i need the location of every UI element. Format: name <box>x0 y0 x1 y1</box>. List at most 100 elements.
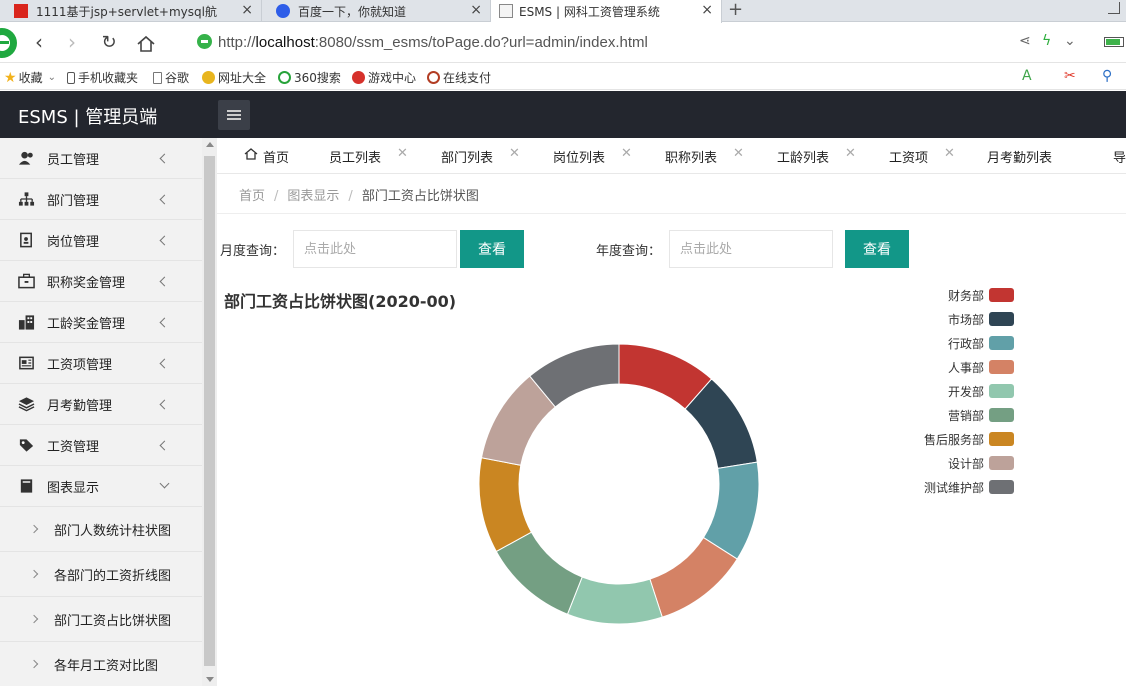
sidebar-item-label: 月考勤管理 <box>47 398 113 414</box>
tab-title-list[interactable]: 职称列表 <box>665 147 717 166</box>
translate-icon[interactable]: A <box>1022 68 1032 84</box>
sidebar-item-label: 岗位管理 <box>47 234 100 250</box>
game-icon <box>352 71 365 84</box>
chevron-down-icon[interactable]: ⌄ <box>1064 33 1076 49</box>
bookmark-site-nav[interactable]: 网址大全 <box>202 69 266 86</box>
sidebar-item-positions[interactable]: 岗位管理 <box>0 220 202 261</box>
legend-item[interactable]: 测试维护部 <box>924 479 1014 495</box>
share-icon[interactable]: ⋖ <box>1019 33 1031 49</box>
browser-tab-2[interactable]: 百度一下，你就知道 × <box>262 0 491 22</box>
back-icon[interactable]: ‹ <box>27 30 51 54</box>
url-field[interactable]: http://localhost:8080/ssm_esms/toPage.do… <box>218 34 648 51</box>
bookmark-games[interactable]: 游戏中心 <box>352 69 416 86</box>
legend-swatch <box>989 360 1014 374</box>
pie-slice-5[interactable] <box>566 576 663 625</box>
sidebar-item-seniority-bonus[interactable]: 工龄奖金管理 <box>0 302 202 343</box>
lightning-icon[interactable]: ϟ <box>1042 33 1051 49</box>
tab-close-icon[interactable]: × <box>701 2 713 18</box>
browser-tab-3[interactable]: ESMS | 网科工资管理系统 × <box>491 0 722 23</box>
id-card-icon <box>20 232 32 248</box>
close-icon[interactable]: ✕ <box>397 146 408 161</box>
legend-item[interactable]: 人事部 <box>948 359 1014 375</box>
sidebar-item-label: 部门管理 <box>47 193 100 209</box>
legend-label: 测试维护部 <box>923 480 984 495</box>
close-icon[interactable]: ✕ <box>509 146 520 161</box>
browser-tab-strip: 1111基于jsp+servlet+mysql航 × 百度一下，你就知道 × E… <box>0 0 1126 23</box>
sidebar-item-departments[interactable]: 部门管理 <box>0 179 202 220</box>
legend-swatch <box>989 288 1014 302</box>
url-prefix: http:// <box>218 34 256 51</box>
close-icon[interactable]: ✕ <box>944 146 955 161</box>
tab-salary-items[interactable]: 工资项 <box>889 147 928 166</box>
close-icon[interactable]: ✕ <box>845 146 856 161</box>
sidebar-item-title-bonus[interactable]: 职称奖金管理 <box>0 261 202 302</box>
home-icon[interactable] <box>136 35 156 53</box>
legend-item[interactable]: 市场部 <box>948 311 1014 327</box>
chevron-right-icon <box>29 614 39 624</box>
favicon-icon <box>499 4 513 18</box>
sidebar-item-label: 工资管理 <box>47 439 100 455</box>
chevron-right-icon <box>29 569 39 579</box>
year-view-button[interactable]: 查看 <box>845 230 909 268</box>
sidebar-subitem-monthly-compare[interactable]: 各年月工资对比图 <box>0 642 202 686</box>
legend-item[interactable]: 售后服务部 <box>924 431 1014 447</box>
new-tab-plus-icon[interactable]: + <box>728 0 743 20</box>
bookmark-pay[interactable]: 在线支付 <box>427 69 491 86</box>
chevron-right-icon <box>29 524 39 534</box>
month-view-button[interactable]: 查看 <box>460 230 524 268</box>
scroll-down-icon[interactable] <box>206 677 214 682</box>
scissors-icon[interactable]: ✂ <box>1064 68 1076 84</box>
legend-item[interactable]: 设计部 <box>948 455 1014 471</box>
tab-department-list[interactable]: 部门列表 <box>441 147 493 166</box>
scroll-up-icon[interactable] <box>206 142 214 147</box>
tag-icon <box>19 439 34 452</box>
url-rest: :8080/ssm_esms/toPage.do?url=admin/index… <box>314 34 648 51</box>
tab-overflow[interactable]: 导 <box>1113 147 1126 166</box>
tab-close-icon[interactable]: × <box>470 2 482 18</box>
sidebar-subitem-salary-line[interactable]: 各部门的工资折线图 <box>0 552 202 597</box>
bookmark-mobile[interactable]: 手机收藏夹 <box>67 69 138 86</box>
legend-label: 设计部 <box>947 456 984 471</box>
tab-employee-list[interactable]: 员工列表 <box>329 147 381 166</box>
sidebar-item-salary[interactable]: 工资管理 <box>0 425 202 466</box>
close-icon[interactable]: ✕ <box>733 146 744 161</box>
breadcrumb-charts[interactable]: 图表显示 <box>287 189 339 204</box>
month-query-input[interactable] <box>293 230 457 268</box>
legend-item[interactable]: 财务部 <box>948 287 1014 303</box>
star-icon: ★ <box>4 69 17 86</box>
sidebar-item-salary-items[interactable]: 工资项管理 <box>0 343 202 384</box>
forward-icon[interactable]: › <box>60 30 84 54</box>
search-icon[interactable]: ⚲ <box>1102 68 1112 84</box>
tab-attendance-list[interactable]: 月考勤列表 <box>987 147 1052 166</box>
sidebar-item-attendance[interactable]: 月考勤管理 <box>0 384 202 425</box>
close-icon[interactable]: ✕ <box>621 146 632 161</box>
breadcrumb-home[interactable]: 首页 <box>239 189 265 204</box>
year-query-input[interactable] <box>669 230 833 268</box>
newspaper-icon <box>19 356 34 370</box>
sidebar-subitem-headcount-bar[interactable]: 部门人数统计柱状图 <box>0 507 202 552</box>
sidebar-scrollbar[interactable] <box>202 138 217 686</box>
legend-item[interactable]: 营销部 <box>948 407 1014 423</box>
home-icon <box>244 148 258 160</box>
reload-icon[interactable]: ↻ <box>97 30 121 54</box>
browser-tab-1[interactable]: 1111基于jsp+servlet+mysql航 × <box>0 0 262 22</box>
legend-item[interactable]: 开发部 <box>948 383 1014 399</box>
book-icon <box>20 479 33 493</box>
tab-position-list[interactable]: 岗位列表 <box>553 147 605 166</box>
bookmark-favorites[interactable]: ★ 收藏 ⌄ <box>4 69 56 86</box>
layers-icon <box>18 397 35 412</box>
legend-item[interactable]: 行政部 <box>948 335 1014 351</box>
bookmark-google[interactable]: 谷歌 <box>153 69 189 86</box>
tab-close-icon[interactable]: × <box>241 2 253 18</box>
bookmark-360-search[interactable]: 360搜索 <box>278 69 341 86</box>
sidebar-item-employees[interactable]: 员工管理 <box>0 138 202 179</box>
sidebar-subitem-salary-pie[interactable]: 部门工资占比饼状图 <box>0 597 202 642</box>
tab-home[interactable]: 首页 <box>263 147 289 166</box>
sidebar-item-charts[interactable]: 图表显示 <box>0 466 202 507</box>
sitemap-icon <box>18 192 35 206</box>
tab-seniority-list[interactable]: 工龄列表 <box>777 147 829 166</box>
scroll-thumb[interactable] <box>204 156 215 666</box>
menu-toggle-button[interactable] <box>218 100 250 130</box>
window-control-icon[interactable] <box>1108 2 1120 14</box>
legend-swatch <box>989 384 1014 398</box>
